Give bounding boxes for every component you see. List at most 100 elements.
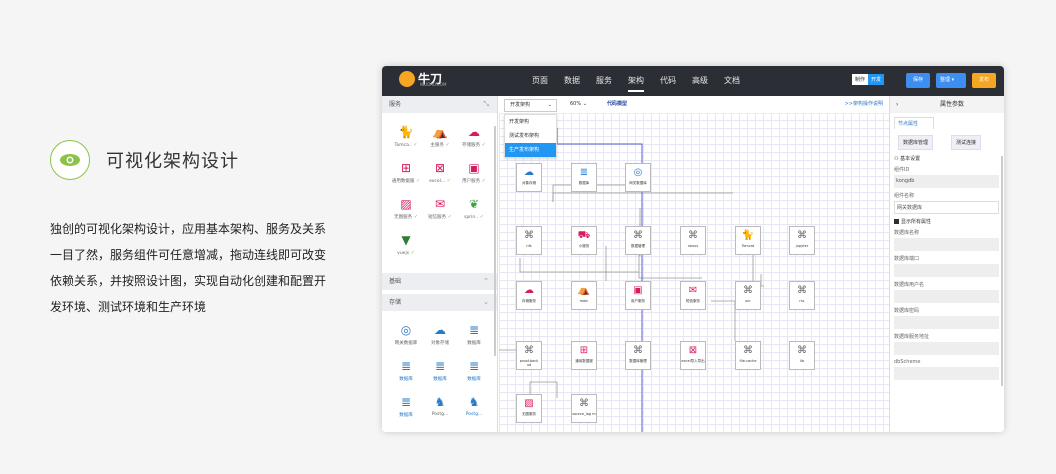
- check-icon: ✓: [412, 214, 418, 220]
- node-label: 无图服务: [522, 412, 536, 416]
- canvas-node[interactable]: 🐈 Tomcat: [735, 226, 761, 255]
- component-database[interactable]: ≣ 数据库: [458, 321, 490, 353]
- excel-icon: ⊠: [434, 160, 446, 175]
- component-network-db[interactable]: ◎ 网关数据库: [390, 321, 422, 353]
- component-vue[interactable]: ▼ vuejs ✓: [390, 231, 422, 263]
- env-option-0[interactable]: 开发架构: [505, 115, 556, 129]
- publish-button[interactable]: 发布: [972, 73, 996, 88]
- office-icon: ⊞: [579, 345, 589, 356]
- component-mail[interactable]: ✉ 短信服务 ✓: [424, 195, 456, 227]
- component-object-storage[interactable]: ☁ 对象存储: [424, 321, 456, 353]
- env-option-1[interactable]: 测试发布架构: [505, 129, 556, 143]
- services-header[interactable]: 服务 ⤡: [382, 96, 497, 113]
- canvas-node[interactable]: ⛟ 小服务: [571, 226, 597, 255]
- canvas-node[interactable]: ⌘ 数据库管理: [625, 341, 651, 370]
- canvas-node[interactable]: ⌘ rsc: [789, 281, 815, 310]
- component-postgres[interactable]: ♞ Postg...: [424, 393, 456, 425]
- canvas-node[interactable]: ⌘ proof-back ud: [516, 341, 542, 370]
- collapse-icon[interactable]: ⤡: [483, 96, 489, 113]
- component-name-field[interactable]: 网关数据库: [894, 201, 999, 214]
- code-model-link[interactable]: 代码模型: [607, 99, 627, 110]
- right-scrollbar[interactable]: [1001, 156, 1003, 386]
- chevron-up-icon[interactable]: ⌃: [483, 273, 489, 290]
- feature-header: 可视化架构设计: [50, 140, 340, 180]
- canvas-node[interactable]: ≣ 数据库: [571, 163, 597, 192]
- cart-icon: ⛟: [577, 230, 591, 241]
- canvas-node[interactable]: ▨ 无图服务: [516, 394, 542, 423]
- component-excel[interactable]: ⊠ excel... ✓: [424, 159, 456, 191]
- zoom-select[interactable]: 60% ⌄: [570, 99, 587, 110]
- db-name-field[interactable]: [894, 238, 999, 251]
- component-id-field[interactable]: kongdb: [894, 175, 999, 188]
- canvas-node[interactable]: ⌘ file-cache: [735, 341, 761, 370]
- storage-header[interactable]: 存储 ⌄: [382, 294, 497, 311]
- component-spring[interactable]: ❦ sprin.. ✓: [458, 195, 490, 227]
- component-database[interactable]: ≣ 数据库: [390, 357, 422, 389]
- environment-select[interactable]: 开发架构 ⌄: [504, 99, 557, 112]
- component-user[interactable]: ▣ 用户服务 ✓: [458, 159, 490, 191]
- nav-item-3[interactable]: 架构: [620, 66, 652, 96]
- architecture-help-link[interactable]: >>架构操作说明: [845, 99, 883, 110]
- canvas-node[interactable]: ⊠ excel导入导出: [680, 341, 706, 370]
- canvas-node[interactable]: ⌘ nexus: [680, 226, 706, 255]
- canvas-node[interactable]: ✉ 短信服务: [680, 281, 706, 310]
- postgres-icon: ♞: [468, 394, 480, 409]
- canvas-node[interactable]: ⊞ 通用数据服: [571, 341, 597, 370]
- component-database[interactable]: ≣ 数据库: [458, 357, 490, 389]
- canvas-node[interactable]: ▣ 用户服务: [625, 281, 651, 310]
- component-id-label: 组件ID: [894, 167, 910, 173]
- mode-toggle[interactable]: 制作 开发: [852, 74, 885, 85]
- node-label: 短信服务: [686, 299, 700, 303]
- node-label: nexus: [687, 244, 699, 248]
- canvas-node[interactable]: ⌘ jupyter: [789, 226, 815, 255]
- user-icon: ▣: [468, 160, 480, 175]
- nav-item-5[interactable]: 高级: [684, 66, 716, 96]
- component-database[interactable]: ≣ 数据库: [390, 393, 422, 425]
- db-password-field[interactable]: [894, 316, 999, 329]
- nav-item-0[interactable]: 页面: [524, 66, 556, 96]
- architecture-canvas[interactable]: 开发架构 ⌄ 60% ⌄ 代码模型 >>架构操作说明 开发架构 测试发布架构 生产发…: [499, 96, 889, 432]
- env-option-2[interactable]: 生产发布架构: [505, 143, 556, 157]
- canvas-node[interactable]: ⌘ ocr: [735, 281, 761, 310]
- canvas-node[interactable]: ☁ 对象存储: [516, 163, 542, 192]
- tidy-button[interactable]: 整理 ▾: [936, 73, 966, 88]
- host-icon: ⛺: [432, 124, 448, 139]
- chevron-right-icon[interactable]: ›: [896, 101, 898, 108]
- nav-item-6[interactable]: 文档: [716, 66, 748, 96]
- component-storage[interactable]: ☁ 存储服务 ✓: [458, 123, 490, 155]
- node-label: main: [579, 299, 589, 303]
- db-port-field[interactable]: [894, 264, 999, 277]
- db-manage-button[interactable]: 数据库管理: [898, 135, 934, 150]
- db-scheme-field[interactable]: [894, 367, 999, 380]
- save-button[interactable]: 保存: [906, 73, 930, 88]
- canvas-node[interactable]: ⌘ nfs: [516, 226, 542, 255]
- db-user-field[interactable]: [894, 290, 999, 303]
- db-host-field[interactable]: [894, 342, 999, 355]
- canvas-node[interactable]: ☁ 存储服务: [516, 281, 542, 310]
- canvas-node[interactable]: ⌘ 数据管理: [625, 226, 651, 255]
- component-office[interactable]: ⊞ 通用数据服 ✓: [390, 159, 422, 191]
- check-icon: ✓: [480, 142, 486, 148]
- node-label: excel导入导出: [681, 359, 705, 363]
- chevron-down-icon[interactable]: ⌄: [483, 294, 489, 311]
- tab-node-properties[interactable]: 节点属性: [894, 117, 934, 129]
- test-connection-button[interactable]: 测试连接: [951, 135, 982, 150]
- checkbox-icon[interactable]: [894, 219, 899, 224]
- mode-dev[interactable]: 开发: [868, 74, 885, 85]
- canvas-node[interactable]: ⌘ lib: [789, 341, 815, 370]
- component-postgres[interactable]: ♞ Postg...: [458, 393, 490, 425]
- component-host[interactable]: ⛺ 主服务 ✓: [424, 123, 456, 155]
- nav-item-1[interactable]: 数据: [556, 66, 588, 96]
- basic-header[interactable]: 基础 ⌃: [382, 273, 497, 290]
- component-tomcat[interactable]: 🐈 Tomca.. ✓: [390, 123, 422, 155]
- canvas-node[interactable]: ◎ 网关数据库: [625, 163, 651, 192]
- show-all-checkbox[interactable]: 显示所有属性: [890, 214, 1004, 225]
- canvas-node[interactable]: ⛺ main: [571, 281, 597, 310]
- mode-make[interactable]: 制作: [852, 74, 869, 85]
- nav-item-4[interactable]: 代码: [652, 66, 684, 96]
- nav-item-2[interactable]: 服务: [588, 66, 620, 96]
- component-image[interactable]: ▨ 无图服务 ✓: [390, 195, 422, 227]
- component-database[interactable]: ≣ 数据库: [424, 357, 456, 389]
- left-scrollbar[interactable]: [494, 126, 496, 356]
- canvas-node[interactable]: ⌘ source_log m: [571, 394, 597, 423]
